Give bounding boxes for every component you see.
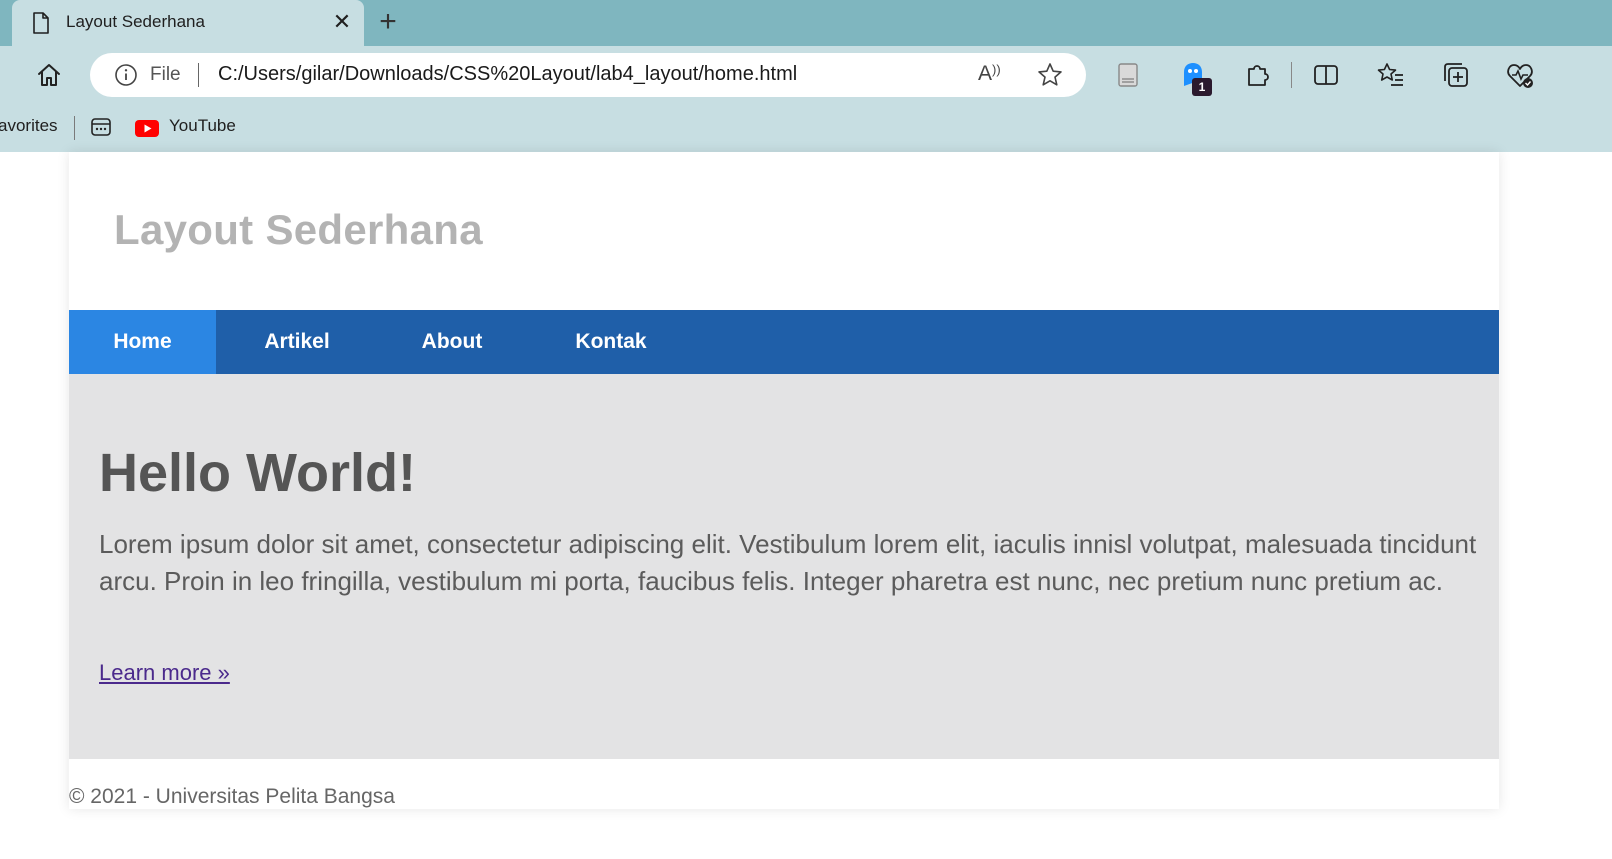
nav-item-kontak[interactable]: Kontak [526, 310, 696, 374]
hero-section: Hello World! Lorem ipsum dolor sit amet,… [69, 374, 1499, 759]
bookmark-separator [74, 116, 75, 140]
browser-tab[interactable]: Layout Sederhana ✕ [12, 0, 364, 46]
youtube-icon[interactable] [135, 120, 159, 137]
hero-heading: Hello World! [99, 443, 416, 503]
bookmark-favorites-label[interactable]: avorites [0, 116, 58, 136]
toolbar-separator [1291, 62, 1292, 88]
bookmarks-bar: avorites YouTube [0, 104, 1612, 152]
main-nav: Home Artikel About Kontak [69, 310, 1499, 374]
new-tab-button[interactable]: + [372, 6, 404, 38]
site-title: Layout Sederhana [114, 206, 483, 253]
page-viewport: Layout Sederhana Home Artikel About Kont… [0, 152, 1612, 859]
extension-badge: 1 [1192, 78, 1212, 96]
nav-item-artikel[interactable]: Artikel [216, 310, 378, 374]
scheme-label: File [150, 64, 181, 85]
site-footer: © 2021 - Universitas Pelita Bangsa [69, 759, 1499, 809]
browser-essentials-icon[interactable] [1505, 60, 1535, 90]
apps-icon[interactable] [90, 116, 112, 138]
close-icon[interactable]: ✕ [330, 10, 354, 34]
site-container: Layout Sederhana Home Artikel About Kont… [69, 152, 1499, 809]
favorites-list-icon[interactable] [1376, 60, 1406, 90]
tab-strip: Layout Sederhana ✕ + [0, 0, 1612, 46]
address-separator [198, 63, 199, 87]
extensions-puzzle-icon[interactable] [1242, 60, 1272, 90]
hero-body-text: Lorem ipsum dolor sit amet, consectetur … [99, 529, 1477, 596]
add-favorite-star-icon[interactable] [1036, 61, 1064, 89]
bookmark-youtube-label[interactable]: YouTube [169, 116, 236, 136]
tab-title: Layout Sederhana [66, 12, 205, 31]
page-icon [33, 12, 49, 34]
reading-view-icon[interactable] [1113, 60, 1143, 90]
nav-item-about[interactable]: About [378, 310, 526, 374]
site-header: Layout Sederhana [69, 152, 1499, 310]
learn-more-link[interactable]: Learn more » [99, 660, 230, 686]
url-text[interactable]: C:/Users/gilar/Downloads/CSS%20Layout/la… [218, 63, 797, 86]
browser-toolbar: File C:/Users/gilar/Downloads/CSS%20Layo… [0, 46, 1612, 104]
info-icon[interactable] [114, 63, 138, 87]
nav-item-home[interactable]: Home [69, 310, 216, 374]
collections-icon[interactable] [1441, 60, 1471, 90]
split-screen-icon[interactable] [1311, 60, 1341, 90]
home-icon[interactable] [34, 60, 64, 90]
address-bar[interactable]: File C:/Users/gilar/Downloads/CSS%20Layo… [90, 53, 1086, 97]
read-aloud-icon[interactable]: A)) [978, 62, 1001, 86]
footer-copyright: © 2021 - Universitas Pelita Bangsa [69, 785, 395, 808]
